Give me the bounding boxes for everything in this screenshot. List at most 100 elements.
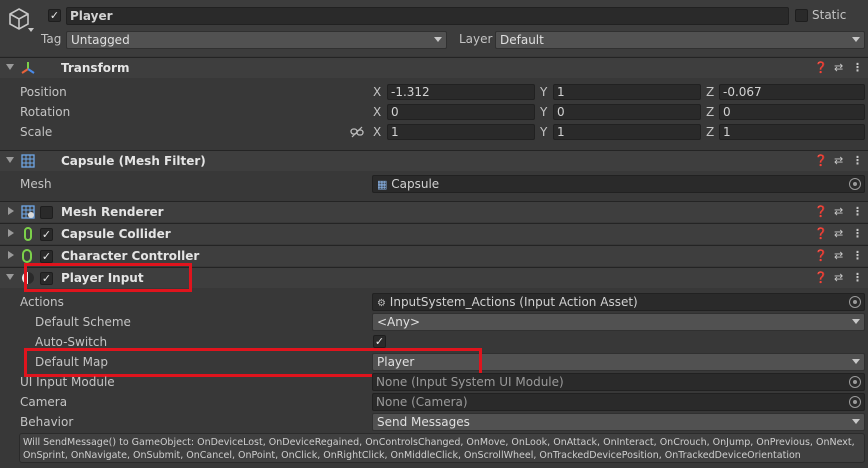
- axis-y-label[interactable]: Y: [540, 105, 547, 119]
- default-scheme-dropdown[interactable]: <Any>: [372, 313, 865, 331]
- chevron-down-icon: [852, 37, 860, 42]
- info-line-2: OnSprint, OnNavigate, OnSubmit, OnCancel…: [23, 450, 801, 461]
- character-controller-title: Character Controller: [61, 249, 200, 263]
- enabled-checkbox[interactable]: ✓: [40, 250, 53, 263]
- layer-label: Layer: [459, 32, 493, 46]
- camera-value: None (Camera): [376, 395, 468, 409]
- actions-object-field[interactable]: ⚙ InputSystem_Actions (Input Action Asse…: [372, 293, 865, 311]
- header-icons: ❓ ⇄ ⋮: [814, 205, 863, 219]
- ui-input-module-field[interactable]: None (Input System UI Module): [372, 373, 865, 391]
- rotation-y-field[interactable]: 0: [553, 104, 701, 120]
- mesh-label: Mesh: [20, 177, 52, 191]
- foldout-arrow-icon[interactable]: [6, 274, 14, 280]
- header-icons: ❓ ⇄ ⋮: [814, 227, 863, 241]
- help-icon[interactable]: ❓: [814, 271, 828, 284]
- auto-switch-checkbox[interactable]: ✓: [373, 335, 386, 348]
- tag-dropdown[interactable]: Untagged: [66, 31, 447, 49]
- camera-label: Camera: [20, 395, 68, 409]
- axis-x-label[interactable]: X: [373, 105, 381, 119]
- preset-icon[interactable]: ⇄: [834, 249, 843, 262]
- actions-value: InputSystem_Actions (Input Action Asset): [389, 295, 638, 309]
- tag-value: Untagged: [71, 33, 130, 47]
- axis-y-label[interactable]: Y: [540, 85, 547, 99]
- scale-z-field[interactable]: 1: [719, 124, 865, 140]
- position-y-field[interactable]: 1: [553, 84, 701, 100]
- preset-icon[interactable]: ⇄: [834, 154, 843, 167]
- scale-x-field[interactable]: 1: [387, 124, 535, 140]
- axis-z-label[interactable]: Z: [706, 85, 714, 99]
- enabled-checkbox[interactable]: ✓: [40, 228, 53, 241]
- chevron-down-icon: [852, 359, 860, 364]
- more-menu-icon[interactable]: ⋮: [852, 271, 863, 284]
- icon-dropdown-arrow-icon[interactable]: [28, 28, 34, 32]
- scale-label: Scale: [20, 125, 53, 139]
- player-input-highlight: [24, 263, 192, 292]
- mesh-renderer-icon: [21, 205, 35, 222]
- object-picker-icon[interactable]: [849, 296, 861, 308]
- transform-header[interactable]: Transform ❓ ⇄ ⋮: [0, 57, 868, 78]
- preset-icon[interactable]: ⇄: [834, 227, 843, 240]
- mesh-object-field[interactable]: ▦ Capsule: [372, 175, 865, 193]
- mesh-renderer-header[interactable]: Mesh Renderer ❓ ⇄ ⋮: [0, 201, 868, 222]
- camera-field[interactable]: None (Camera): [372, 393, 865, 411]
- static-label: Static: [812, 8, 847, 22]
- object-picker-icon[interactable]: [849, 396, 861, 408]
- axis-y-label[interactable]: Y: [540, 125, 547, 139]
- behavior-value: Send Messages: [377, 415, 470, 429]
- more-menu-icon[interactable]: ⋮: [852, 249, 863, 262]
- more-menu-icon[interactable]: ⋮: [852, 61, 863, 74]
- axis-z-label[interactable]: Z: [706, 125, 714, 139]
- header-icons: ❓ ⇄ ⋮: [814, 61, 863, 75]
- behavior-label: Behavior: [20, 415, 74, 429]
- axis-x-label[interactable]: X: [373, 125, 381, 139]
- static-checkbox[interactable]: [795, 9, 808, 22]
- chevron-down-icon: [434, 37, 442, 42]
- more-menu-icon[interactable]: ⋮: [852, 205, 863, 218]
- preset-icon[interactable]: ⇄: [834, 61, 843, 74]
- enabled-checkbox[interactable]: [40, 206, 53, 219]
- scale-y-field[interactable]: 1: [553, 124, 701, 140]
- foldout-arrow-icon[interactable]: [8, 229, 14, 237]
- object-picker-icon[interactable]: [849, 178, 861, 190]
- mesh-grid-icon: ▦: [377, 178, 388, 191]
- behavior-dropdown[interactable]: Send Messages: [372, 413, 865, 431]
- help-icon[interactable]: ❓: [814, 205, 828, 218]
- preset-icon[interactable]: ⇄: [834, 271, 843, 284]
- foldout-arrow-icon[interactable]: [8, 207, 14, 215]
- rotation-z-field[interactable]: 0: [719, 104, 865, 120]
- foldout-arrow-icon[interactable]: [6, 157, 14, 163]
- character-controller-icon: [22, 249, 32, 263]
- layer-value: Default: [500, 33, 544, 47]
- help-icon[interactable]: ❓: [814, 249, 828, 262]
- name-field[interactable]: Player: [66, 7, 789, 25]
- more-menu-icon[interactable]: ⋮: [852, 227, 863, 240]
- transform-title: Transform: [61, 61, 130, 75]
- help-icon[interactable]: ❓: [814, 61, 828, 74]
- foldout-arrow-icon[interactable]: [6, 64, 14, 70]
- capsule-collider-icon: [24, 227, 32, 241]
- rotation-x-field[interactable]: 0: [387, 104, 535, 120]
- axis-z-label[interactable]: Z: [706, 105, 714, 119]
- constrain-proportions-icon[interactable]: [350, 126, 364, 141]
- layer-dropdown[interactable]: Default: [495, 31, 865, 49]
- object-picker-icon[interactable]: [849, 376, 861, 388]
- auto-switch-label: Auto-Switch: [35, 335, 108, 349]
- capsule-collider-header[interactable]: ✓ Capsule Collider ❓ ⇄ ⋮: [0, 223, 868, 244]
- position-x-field[interactable]: -1.312: [387, 84, 535, 100]
- header-icons: ❓ ⇄ ⋮: [814, 271, 863, 285]
- mesh-filter-header[interactable]: Capsule (Mesh Filter) ❓ ⇄ ⋮: [0, 150, 868, 171]
- gameobject-header: ✓ Player Static Tag Untagged Layer Defau…: [0, 0, 868, 56]
- ui-input-module-value: None (Input System UI Module): [376, 375, 564, 389]
- help-icon[interactable]: ❓: [814, 227, 828, 240]
- default-scheme-value: <Any>: [377, 315, 421, 329]
- position-z-field[interactable]: -0.067: [719, 84, 865, 100]
- help-icon[interactable]: ❓: [814, 154, 828, 167]
- active-checkbox[interactable]: ✓: [48, 9, 61, 22]
- header-icons: ❓ ⇄ ⋮: [814, 249, 863, 263]
- foldout-arrow-icon[interactable]: [8, 251, 14, 259]
- mesh-renderer-title: Mesh Renderer: [61, 205, 164, 219]
- more-menu-icon[interactable]: ⋮: [852, 154, 863, 167]
- axis-x-label[interactable]: X: [373, 85, 381, 99]
- preset-icon[interactable]: ⇄: [834, 205, 843, 218]
- mesh-value: Capsule: [391, 177, 440, 191]
